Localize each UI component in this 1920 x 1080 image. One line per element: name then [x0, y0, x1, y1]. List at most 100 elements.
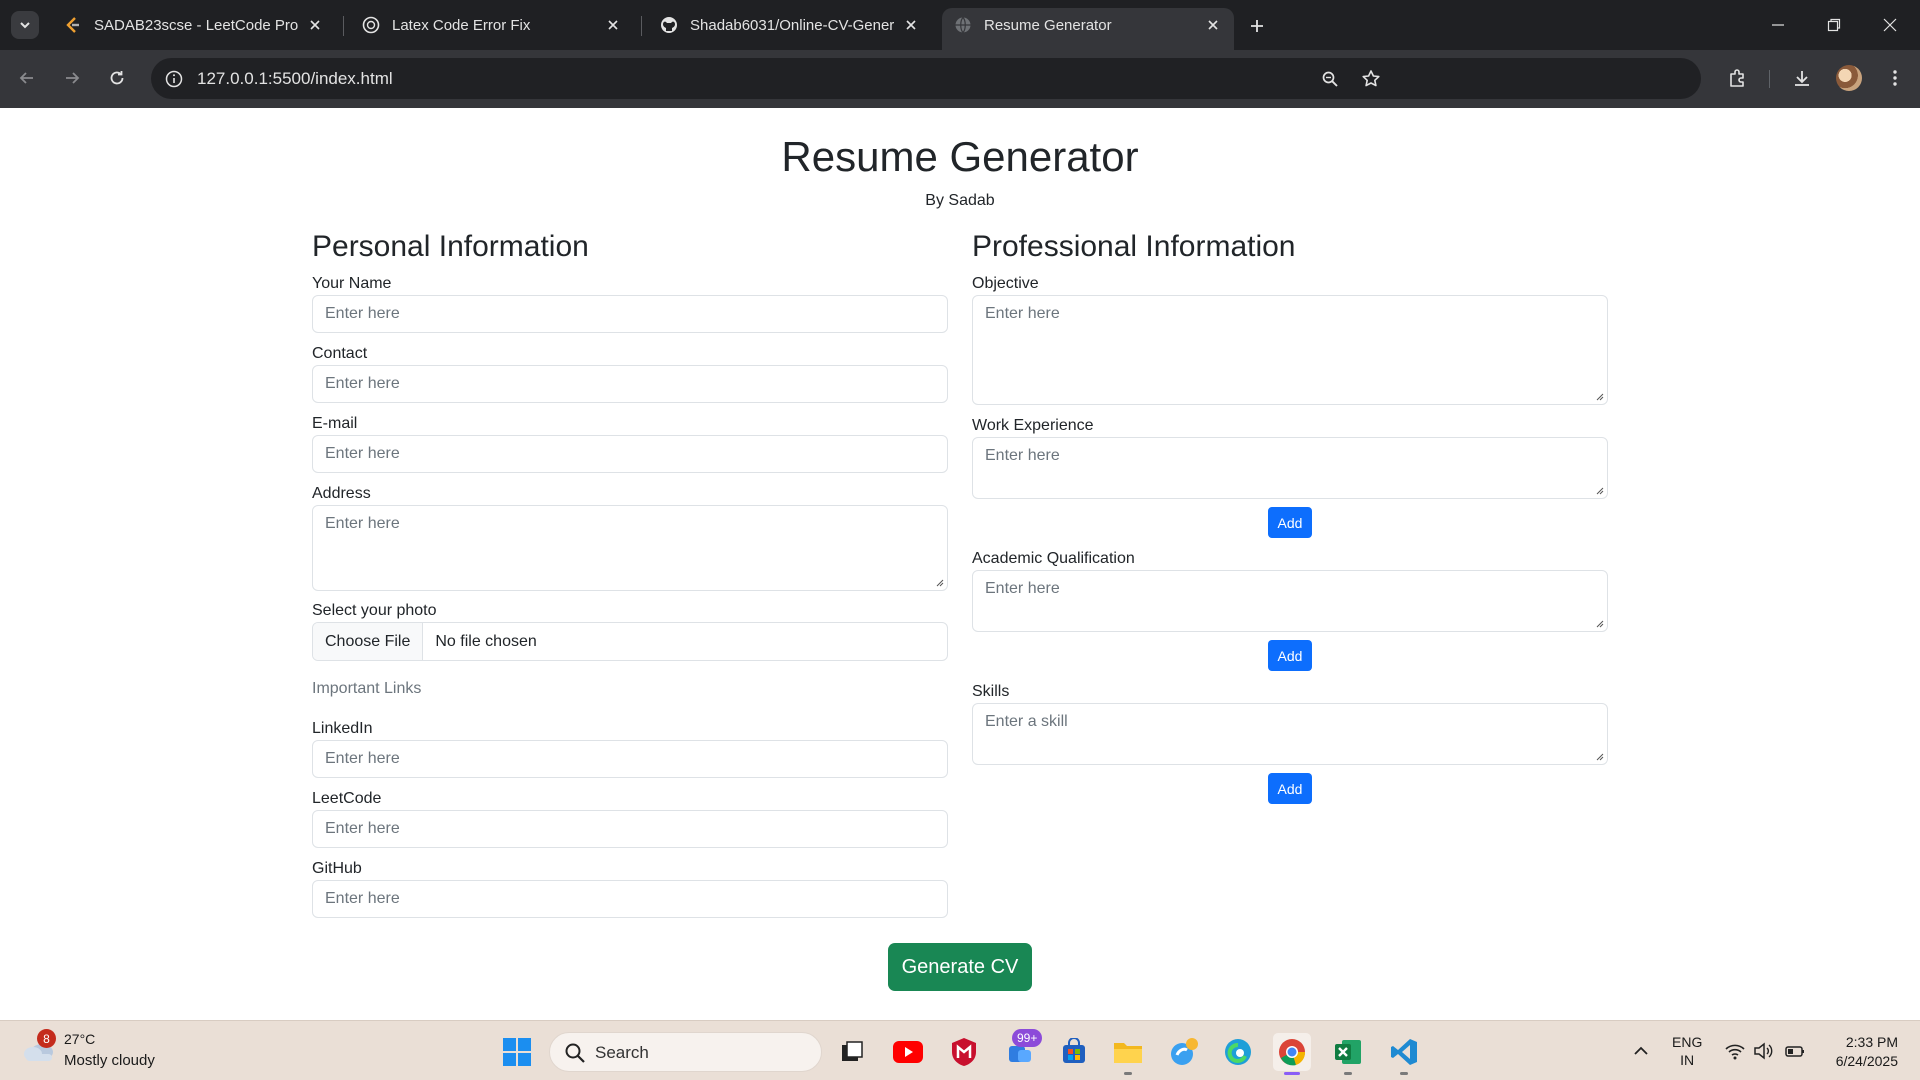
reload-button[interactable]	[100, 61, 134, 95]
profile-avatar[interactable]	[1836, 65, 1862, 91]
taskbar-app-vscode[interactable]	[1385, 1033, 1423, 1075]
taskbar-app-chrome[interactable]	[1273, 1033, 1311, 1075]
resize-handle-icon[interactable]	[934, 577, 944, 587]
close-icon[interactable]	[306, 16, 324, 34]
bookmark-star-icon[interactable]	[1358, 66, 1384, 92]
generate-cv-button[interactable]: Generate CV	[888, 943, 1032, 991]
address-textarea[interactable]: Enter here	[312, 505, 948, 591]
minimize-button[interactable]	[1750, 0, 1806, 50]
new-tab-button[interactable]	[1243, 12, 1271, 40]
linkedin-label: LinkedIn	[312, 720, 373, 737]
weather-condition-text[interactable]: Mostly cloudy	[64, 1052, 155, 1069]
chevron-down-icon	[20, 22, 30, 29]
youtube-icon	[893, 1041, 923, 1063]
forward-button[interactable]	[55, 61, 89, 95]
no-file-text: No file chosen	[435, 632, 537, 650]
tab-latex-error[interactable]: Latex Code Error Fix	[350, 8, 634, 42]
leetcode-icon	[64, 16, 82, 34]
taskbar-app-microsoft-store[interactable]	[1055, 1033, 1093, 1071]
close-window-button[interactable]	[1862, 0, 1918, 50]
wifi-icon[interactable]	[1724, 1040, 1746, 1062]
tab-github[interactable]: Shadab6031/Online-CV-Genera	[648, 8, 932, 42]
browser-toolbar: 127.0.0.1:5500/index.html	[0, 50, 1920, 108]
contact-input[interactable]: Enter here	[312, 365, 948, 403]
resize-handle-icon[interactable]	[1594, 751, 1604, 761]
taskbar-app-task-view[interactable]	[833, 1033, 871, 1071]
minimize-icon	[1772, 24, 1784, 26]
work-experience-textarea[interactable]: Enter here	[972, 437, 1608, 499]
leetcode-input[interactable]: Enter here	[312, 810, 948, 848]
email-input[interactable]: Enter here	[312, 435, 948, 473]
edge-icon	[1225, 1039, 1251, 1065]
close-icon[interactable]	[604, 16, 622, 34]
resize-handle-icon[interactable]	[1594, 391, 1604, 401]
page-title: Resume Generator	[781, 133, 1139, 180]
running-indicator	[1284, 1072, 1300, 1075]
system-clock[interactable]: 2:33 PM 6/24/2025	[1836, 1033, 1898, 1071]
taskbar-app-mcafee[interactable]	[945, 1033, 983, 1071]
task-view-icon	[842, 1041, 863, 1061]
chevron-up-icon[interactable]	[1629, 1039, 1653, 1063]
skills-textarea[interactable]: Enter a skill	[972, 703, 1608, 765]
resize-handle-icon[interactable]	[1594, 485, 1604, 495]
windows-start-icon[interactable]	[502, 1037, 532, 1067]
photo-file-input[interactable]: Choose File No file chosen	[312, 622, 948, 661]
add-skill-button[interactable]: Add	[1268, 773, 1312, 804]
chrome-icon	[1279, 1039, 1306, 1066]
github-icon	[660, 16, 678, 34]
close-icon[interactable]	[902, 16, 920, 34]
chatgpt-icon	[362, 16, 380, 34]
plus-icon	[1251, 20, 1263, 32]
name-label: Your Name	[312, 275, 392, 292]
resize-handle-icon[interactable]	[1594, 618, 1604, 628]
address-label: Address	[312, 485, 371, 502]
zoom-icon[interactable]	[1317, 66, 1343, 92]
tab-leetcode[interactable]: SADAB23scse - LeetCode Profile	[52, 8, 336, 42]
restore-button[interactable]	[1806, 0, 1862, 50]
tab-title: Latex Code Error Fix	[392, 16, 531, 34]
tab-resume-generator[interactable]: Resume Generator	[942, 8, 1234, 50]
address-bar[interactable]: 127.0.0.1:5500/index.html	[151, 58, 1701, 99]
add-academic-button[interactable]: Add	[1268, 640, 1312, 671]
temperature-text[interactable]: 27°C	[64, 1031, 95, 1047]
name-input[interactable]: Enter here	[312, 295, 948, 333]
excel-icon	[1335, 1040, 1361, 1064]
taskbar-app-file-explorer[interactable]	[1109, 1033, 1147, 1075]
taskbar-app-copilot[interactable]	[1165, 1033, 1203, 1071]
extensions-icon[interactable]	[1722, 63, 1752, 93]
volume-icon[interactable]	[1752, 1040, 1774, 1062]
taskbar-app-edge[interactable]	[1219, 1033, 1257, 1071]
clock-time: 2:33 PM	[1845, 1034, 1898, 1050]
page-subtitle: By Sadab	[925, 192, 995, 209]
github-input[interactable]: Enter here	[312, 880, 948, 918]
language-code: ENG	[1672, 1034, 1703, 1050]
running-indicator	[1124, 1072, 1132, 1075]
input-language[interactable]: ENG IN	[1672, 1033, 1702, 1069]
skills-placeholder: Enter a skill	[985, 713, 1068, 730]
academic-placeholder: Enter here	[985, 580, 1060, 597]
url-text[interactable]: 127.0.0.1:5500/index.html	[197, 69, 393, 89]
academic-textarea[interactable]: Enter here	[972, 570, 1608, 632]
taskbar-app-youtube[interactable]	[889, 1033, 927, 1071]
download-icon[interactable]	[1787, 63, 1817, 93]
battery-icon[interactable]	[1784, 1040, 1806, 1062]
search-icon	[565, 1043, 585, 1063]
choose-file-button[interactable]: Choose File	[313, 623, 424, 660]
reload-icon	[110, 71, 124, 85]
professional-info-heading: Professional Information	[972, 230, 1296, 263]
close-icon	[1883, 18, 1897, 32]
address-placeholder: Enter here	[325, 515, 400, 532]
back-button[interactable]	[10, 61, 44, 95]
objective-textarea[interactable]: Enter here	[972, 295, 1608, 405]
tab-search-button[interactable]	[11, 11, 39, 39]
github-label: GitHub	[312, 860, 362, 877]
restore-icon	[1827, 18, 1841, 32]
taskbar-search[interactable]: Search	[549, 1032, 822, 1072]
linkedin-input[interactable]: Enter here	[312, 740, 948, 778]
add-work-experience-button[interactable]: Add	[1268, 507, 1312, 538]
more-menu-icon[interactable]	[1880, 63, 1910, 93]
site-info-icon[interactable]	[161, 66, 187, 92]
taskbar-app-excel[interactable]	[1329, 1033, 1367, 1075]
email-label: E-mail	[312, 415, 358, 432]
close-icon[interactable]	[1204, 16, 1222, 34]
